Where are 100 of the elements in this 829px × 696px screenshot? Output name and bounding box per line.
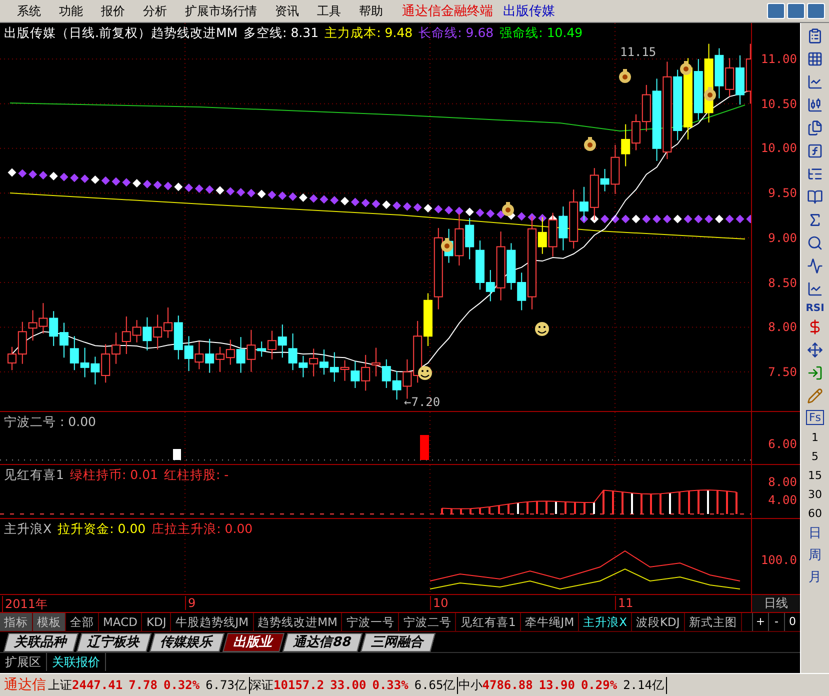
legend-text: 宁波二号 : 0.00 — [4, 414, 96, 431]
candlestick — [372, 347, 380, 377]
candlestick — [216, 346, 224, 372]
legend-text: 庄拉主升浪: 0.00 — [152, 521, 253, 538]
candlestick — [392, 370, 402, 400]
menu-item[interactable]: 功能 — [50, 2, 92, 20]
period-button[interactable]: 30 — [806, 488, 824, 501]
menu-item[interactable]: 报价 — [92, 2, 134, 20]
status-brand: 通达信 — [3, 676, 47, 694]
index-value: 10157.2 — [274, 678, 324, 692]
candlestick — [465, 218, 474, 260]
candlestick — [60, 322, 68, 358]
candlestick — [101, 344, 110, 384]
move-icon[interactable] — [805, 340, 825, 360]
candlestick — [38, 302, 48, 334]
index-percent: 0.29% — [580, 678, 618, 692]
candlestick — [164, 307, 172, 338]
axis-label: 9.00 — [768, 230, 797, 245]
legend-text: 强命线: 10.49 — [500, 25, 583, 42]
indicator-tab[interactable]: 趋势线改进MM — [254, 613, 342, 631]
block-tab[interactable]: 传媒娱乐 — [149, 633, 225, 652]
legend-text: 主力成本: 9.48 — [324, 25, 413, 42]
menu-item[interactable]: 分析 — [134, 2, 176, 20]
cycle-button[interactable]: 月 — [808, 568, 822, 586]
candlestick — [226, 339, 235, 366]
cycle-button[interactable]: 周 — [808, 546, 822, 564]
signal-bar — [173, 449, 181, 460]
legend-text: 多空线: 8.31 — [244, 25, 319, 42]
index-percent: 0.33% — [372, 678, 408, 692]
wave-icon[interactable] — [805, 256, 825, 276]
legend-text: 红柱持股: - — [164, 467, 229, 484]
block-tab[interactable]: 三网融合 — [360, 633, 436, 652]
product-name: 通达信金融终端 — [402, 3, 493, 20]
money-bag-icon — [441, 238, 453, 252]
candlestick — [112, 332, 120, 364]
tab-control-button[interactable]: + — [752, 613, 768, 631]
date-label: 11 — [615, 596, 634, 610]
axis-label: 4.00 — [768, 493, 797, 507]
candlestick — [236, 336, 246, 374]
menu-item[interactable]: 扩展市场行情 — [176, 2, 266, 20]
menu-item[interactable]: 资讯 — [266, 2, 308, 20]
axis-label: 8.50 — [768, 276, 797, 290]
block-tab[interactable]: 辽宁板块 — [76, 633, 152, 652]
candlestick — [694, 58, 703, 120]
money-bag-icon — [619, 69, 631, 83]
extension-tab[interactable]: 扩展区 — [0, 653, 47, 671]
candlestick — [174, 315, 183, 360]
candlestick — [90, 356, 100, 385]
tab-control-button[interactable]: - — [768, 613, 784, 631]
block-tab[interactable]: 关联品种 — [3, 633, 79, 652]
index-amount: 2.14亿 — [623, 676, 667, 694]
menu-item[interactable]: 系统 — [8, 2, 50, 20]
indicator-tab[interactable]: 指标 — [0, 613, 33, 631]
block-tab[interactable]: 通达信88 — [282, 633, 363, 652]
index-value: 2447.41 — [72, 678, 123, 692]
legend-text: 长命线: 9.68 — [418, 25, 494, 42]
extension-tab[interactable]: 关联报价 — [47, 653, 106, 671]
candlestick — [49, 310, 58, 346]
axis-label: 10.50 — [760, 96, 797, 111]
period-label[interactable]: 日线 — [751, 595, 800, 612]
stock-name: 出版传媒 — [503, 3, 555, 20]
period-button[interactable]: 60 — [806, 507, 824, 520]
candlestick — [350, 360, 360, 388]
period-button[interactable]: Fs — [806, 410, 824, 425]
pencil-icon[interactable] — [805, 386, 825, 406]
cycle-button[interactable]: 日 — [808, 524, 822, 542]
legend-text: 拉升资金: 0.00 — [58, 521, 146, 538]
candlestick — [184, 336, 194, 372]
menu-item[interactable]: 工具 — [308, 2, 350, 20]
index-percent: 0.32% — [163, 678, 200, 692]
candlestick — [621, 124, 630, 167]
money-bag-icon — [680, 61, 692, 75]
index-amount: 6.73亿 — [206, 676, 250, 694]
index-change: 7.78 — [128, 678, 158, 692]
low-price-label: ←7.20 — [404, 395, 440, 409]
menu-item[interactable]: 帮助 — [350, 2, 392, 20]
candlestick — [320, 349, 328, 376]
high-price-label: 11.15 — [620, 45, 656, 59]
axis-label: 8.00 — [768, 320, 797, 334]
index-value: 4786.88 — [482, 678, 533, 692]
candlestick — [309, 348, 318, 377]
axis-label: 6.00 — [768, 437, 797, 451]
candlestick — [153, 314, 162, 350]
index-name: 深证 — [250, 676, 274, 694]
axis-label: 100.0 — [760, 553, 797, 567]
period-button[interactable]: 15 — [806, 469, 824, 482]
candlestick — [340, 360, 350, 382]
index-change: 13.90 — [538, 678, 575, 692]
indicator-tab[interactable]: 模板 — [33, 613, 66, 631]
candlestick — [194, 341, 204, 370]
period-button[interactable]: 5 — [810, 450, 820, 463]
period-button[interactable]: 1 — [810, 431, 820, 444]
legend-text: 绿柱持币: 0.01 — [70, 467, 158, 484]
rsi-button[interactable]: RSI — [806, 303, 824, 314]
axis-label: 7.50 — [768, 364, 797, 379]
legend-text: 见红有喜1 — [4, 467, 64, 484]
block-tab[interactable]: 出版业 — [222, 633, 285, 652]
candlestick — [28, 310, 38, 342]
money-bag-icon — [502, 202, 514, 216]
legend-text: 出版传媒（日线.前复权）趋势线改进MM — [4, 25, 238, 42]
